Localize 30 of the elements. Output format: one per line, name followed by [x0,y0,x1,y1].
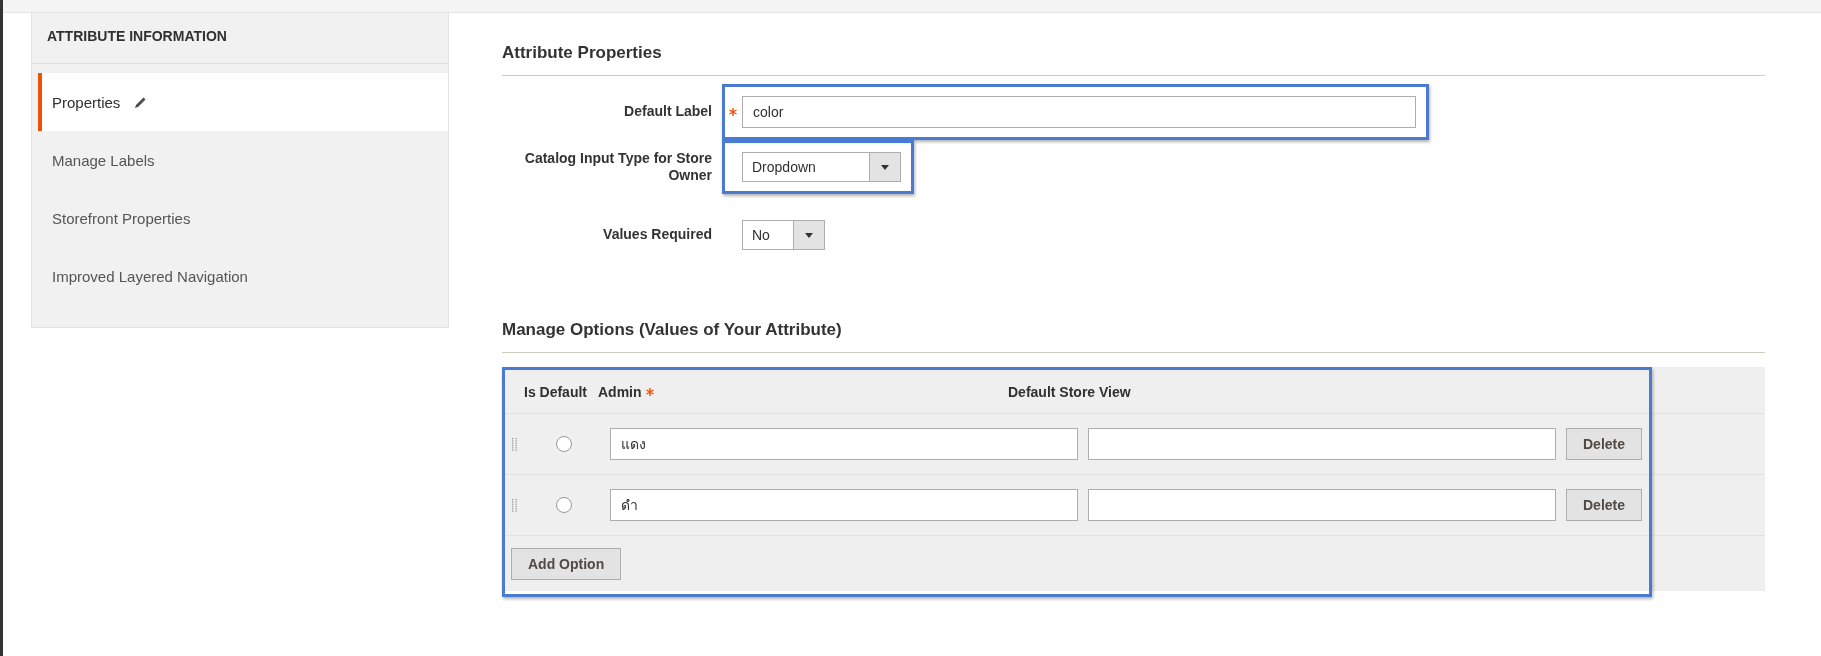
drag-handle-icon[interactable] [511,437,519,451]
field-label: Default Label [623,103,712,121]
section-title: Attribute Properties [502,43,1765,76]
sidebar-tab[interactable]: Improved Layered Navigation [38,247,448,305]
default-radio[interactable] [556,497,572,513]
sidebar-tab[interactable]: Properties [38,73,448,131]
admin-field[interactable]: แดง [610,428,1078,460]
field-label: Catalog Input Type for Store Owner [523,149,712,185]
drag-handle-icon[interactable] [511,498,519,512]
caret-down-icon [881,164,889,170]
column-header: Default Store View [1008,383,1131,400]
add-option-button[interactable]: Add Option [511,547,622,580]
store-view-field[interactable] [1088,489,1556,521]
sidebar-tab[interactable]: Manage Labels [38,131,448,189]
select-field[interactable]: Dropdown [742,152,901,182]
admin-field[interactable]: ดำ [610,489,1078,521]
caret-down-icon [805,232,813,238]
section-title: Manage Options (Values of Your Attribute) [502,320,1765,353]
sidebar-tab[interactable]: Storefront Properties [38,189,448,247]
delete-button[interactable]: Delete [1566,428,1643,460]
delete-button[interactable]: Delete [1566,489,1643,521]
sidebar-title: ATTRIBUTE INFORMATION [32,13,448,64]
column-header: Is Default [524,383,587,400]
column-header: Admin [598,383,642,400]
store-view-field[interactable] [1088,428,1556,460]
text-field[interactable]: color [742,96,1416,128]
select-field[interactable]: No [742,220,825,250]
field-label: Values Required [602,226,712,244]
default-radio[interactable] [556,436,572,452]
required-asterisk-icon [645,387,654,396]
